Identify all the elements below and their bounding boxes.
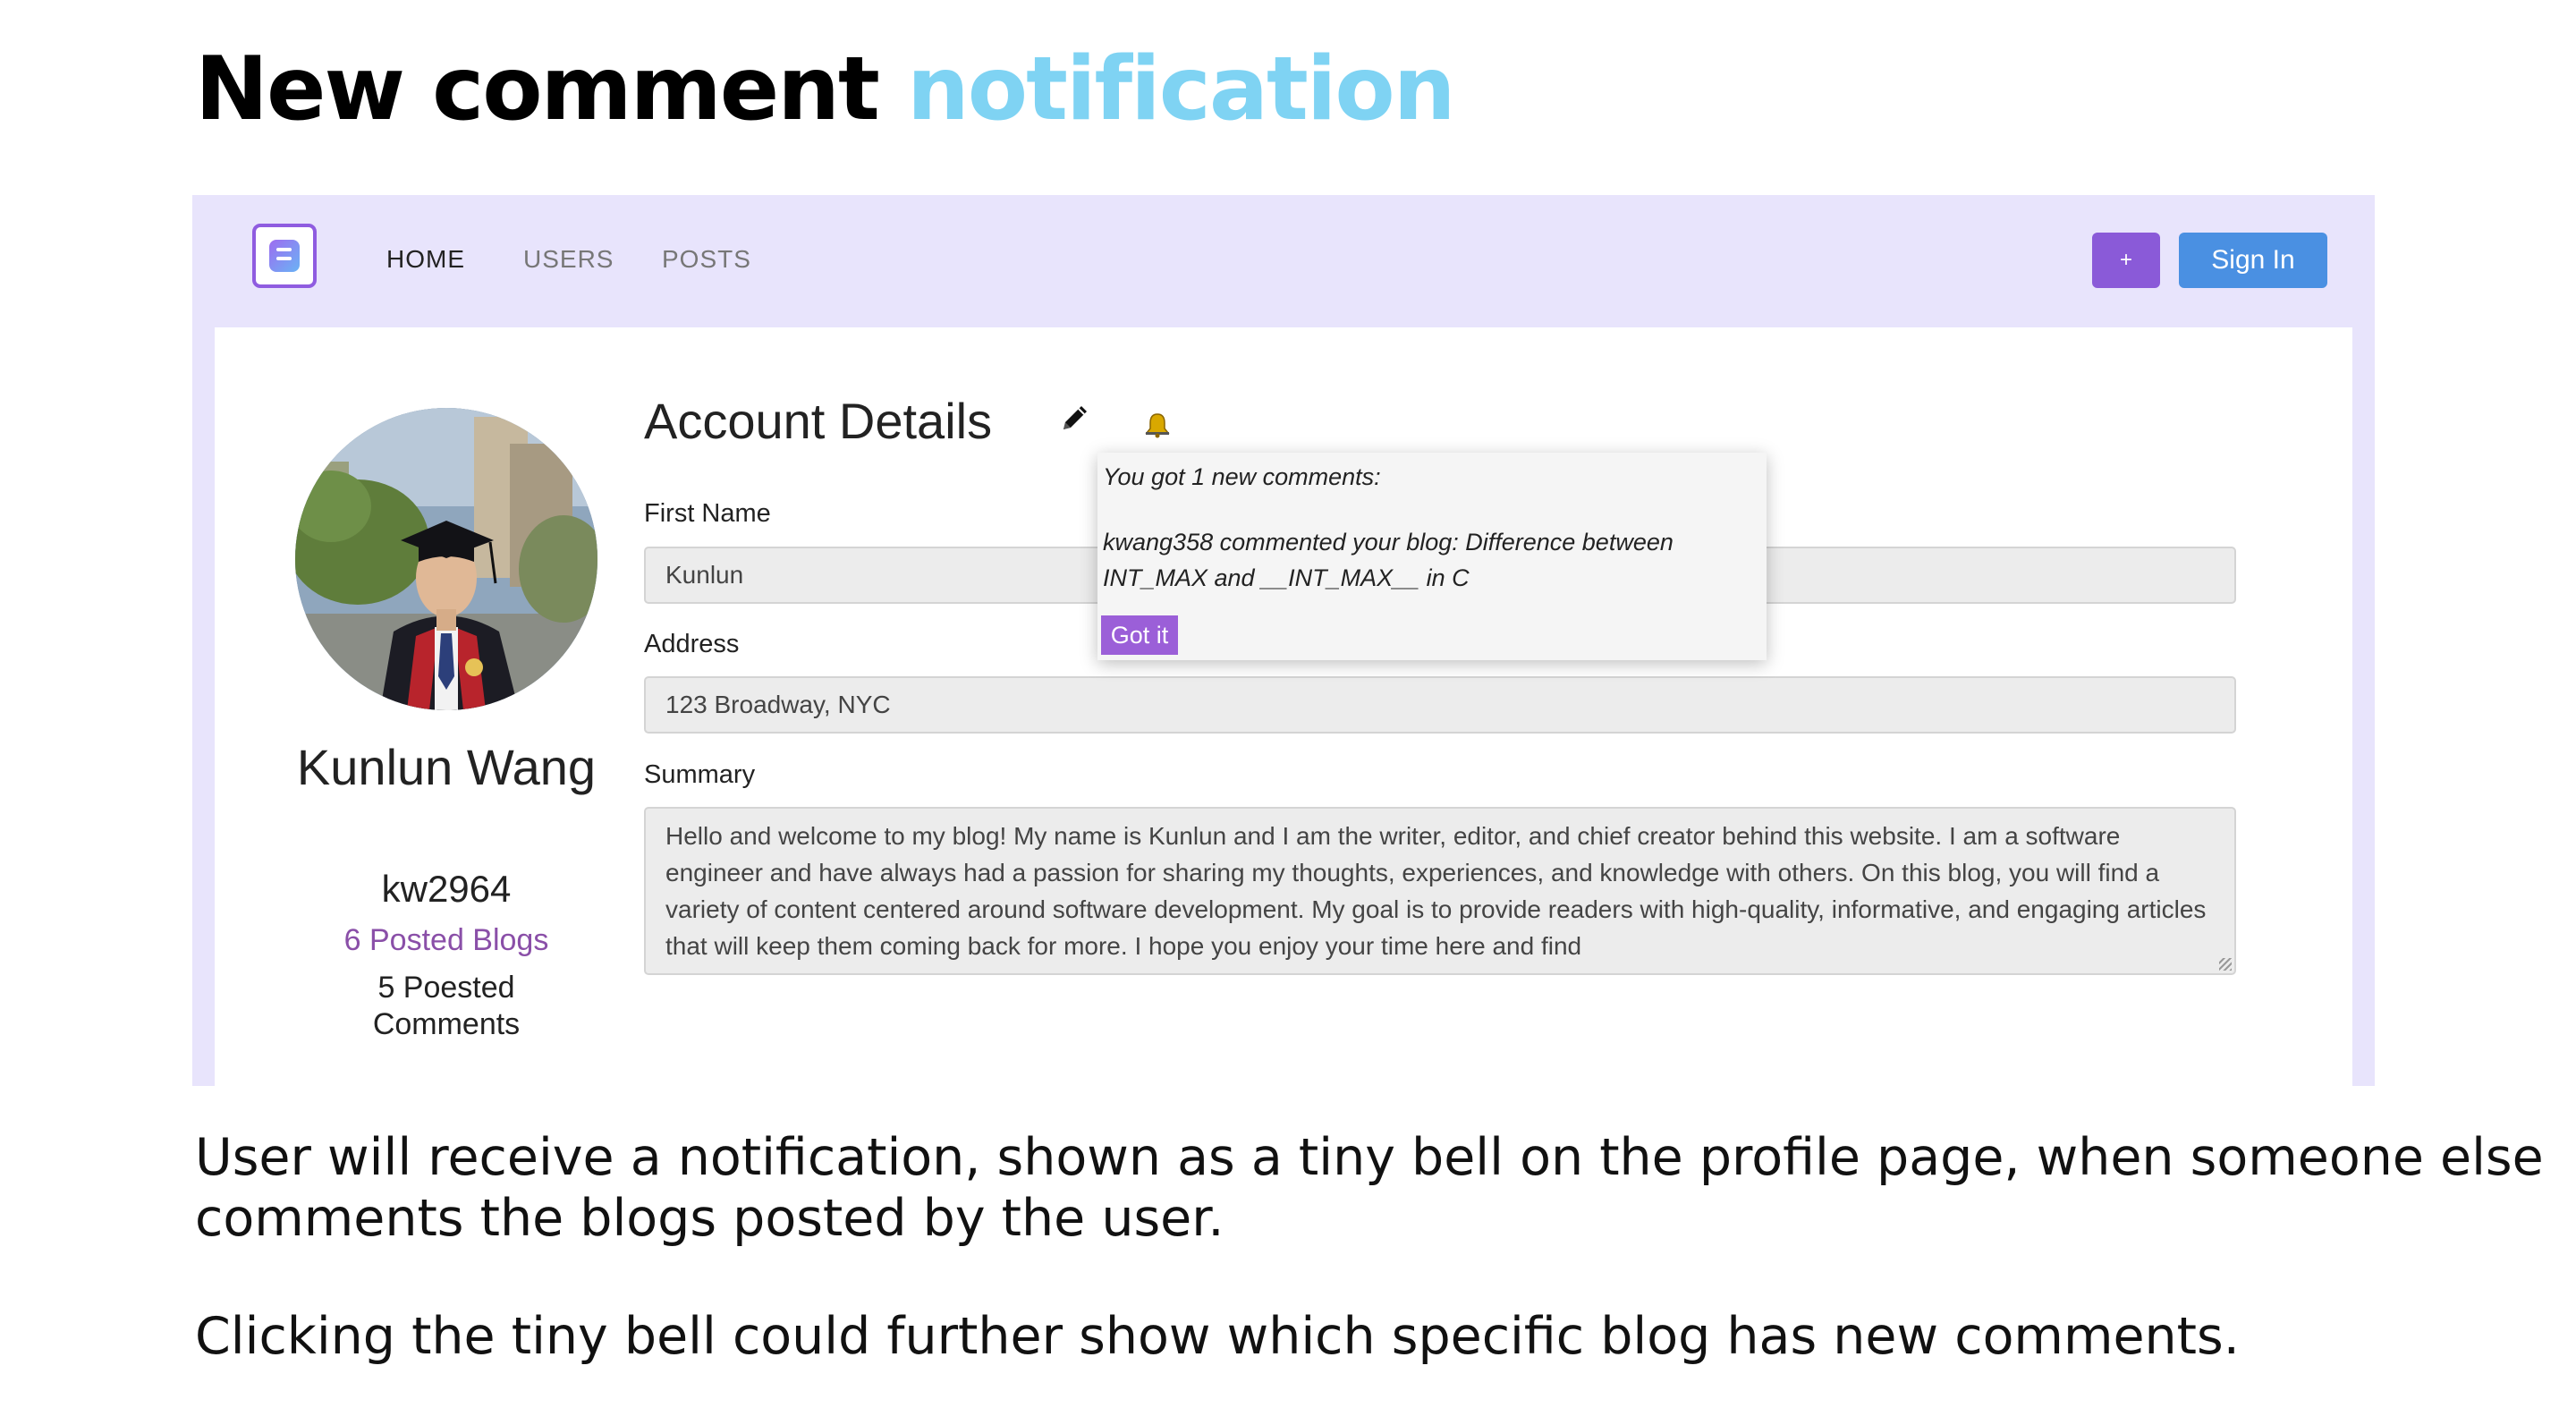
caption-notification: User will receive a notification, shown … bbox=[195, 1128, 2544, 1248]
profile-name: Kunlun Wang bbox=[296, 739, 597, 795]
profile-card: Kunlun Wang kw2964 6 Posted Blogs 5 Poes… bbox=[215, 327, 2352, 1086]
summary-textarea[interactable]: Hello and welcome to my blog! My name is… bbox=[644, 807, 2236, 975]
slide-title: New comment notification bbox=[195, 36, 1456, 143]
nav-users-link[interactable]: USERS bbox=[523, 245, 614, 274]
app-screenshot: HOME USERS POSTS + Sign In Kunlun Wang k… bbox=[192, 195, 2375, 1086]
first-name-label: First Name bbox=[644, 499, 771, 528]
slide-title-part2: notification bbox=[907, 38, 1456, 140]
summary-text: Hello and welcome to my blog! My name is… bbox=[665, 822, 2207, 960]
account-details-title: Account Details bbox=[644, 393, 993, 449]
notification-message: kwang358 commented your blog: Difference… bbox=[1103, 529, 1674, 591]
blogger-logo-icon[interactable] bbox=[252, 224, 317, 288]
sign-in-button[interactable]: Sign In bbox=[2179, 233, 2327, 288]
caption-bell-click: Clicking the tiny bell could further sho… bbox=[195, 1307, 2240, 1366]
resize-handle[interactable] bbox=[2219, 958, 2232, 971]
address-label: Address bbox=[644, 630, 740, 658]
nav-posts-link[interactable]: POSTS bbox=[662, 245, 751, 274]
avatar bbox=[295, 408, 597, 710]
avatar-photo bbox=[295, 408, 597, 710]
posted-comments-count: 5 Poested Comments bbox=[372, 971, 521, 1041]
logo-mark bbox=[269, 240, 300, 272]
slide-title-part1: New comment bbox=[195, 38, 880, 140]
pencil-icon[interactable] bbox=[1058, 401, 1092, 435]
notification-header: You got 1 new comments: bbox=[1103, 463, 1381, 490]
bell-icon[interactable] bbox=[1144, 411, 1171, 438]
navbar: HOME USERS POSTS + Sign In bbox=[192, 195, 2375, 327]
add-post-button[interactable]: + bbox=[2092, 233, 2160, 288]
posted-blogs-link[interactable]: 6 Posted Blogs bbox=[268, 923, 624, 958]
address-field[interactable] bbox=[644, 676, 2236, 734]
notification-popup: You got 1 new comments: kwang358 comment… bbox=[1097, 453, 1767, 660]
nav-home-link[interactable]: HOME bbox=[386, 245, 465, 274]
got-it-button[interactable]: Got it bbox=[1101, 615, 1178, 655]
summary-label: Summary bbox=[644, 760, 756, 789]
profile-username: kw2964 bbox=[381, 868, 512, 910]
